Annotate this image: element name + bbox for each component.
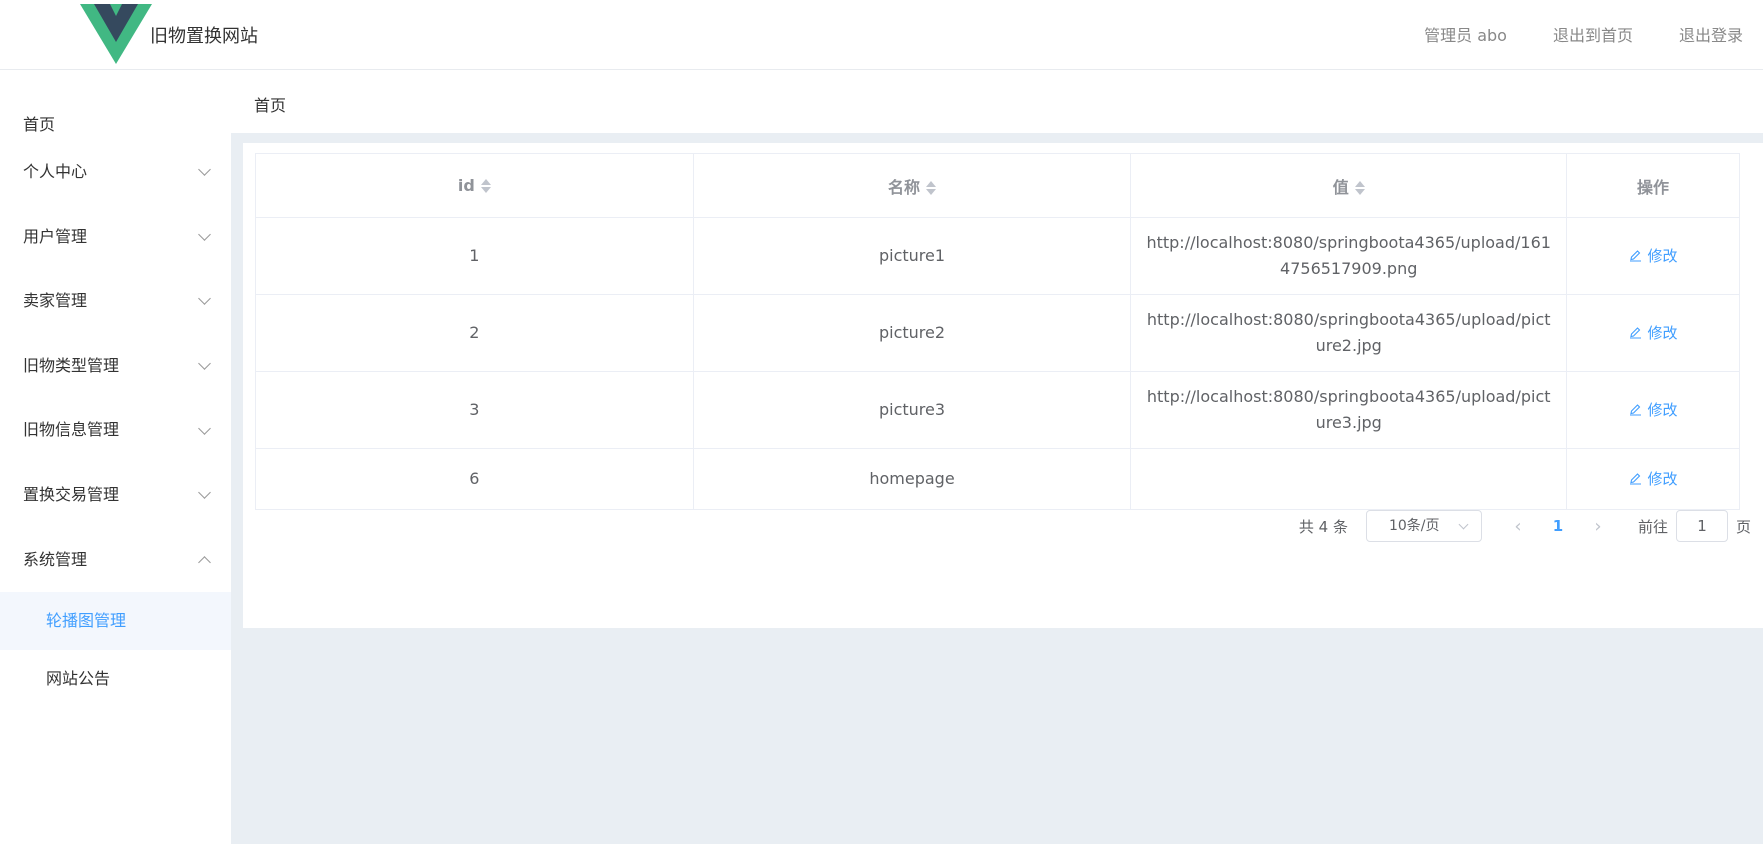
admin-user-label: 管理员 abo bbox=[1424, 26, 1507, 45]
cell-operation: 修改 bbox=[1566, 294, 1740, 372]
sidebar-item-label: 首页 bbox=[23, 115, 56, 134]
cell-value: http://localhost:8080/springboota4365/up… bbox=[1130, 217, 1568, 295]
table-card: id 名称 值 操作 1 picture1 http://localhost:8… bbox=[243, 143, 1763, 628]
column-header-label: 名称 bbox=[888, 177, 921, 197]
cell-value: http://localhost:8080/springboota4365/up… bbox=[1130, 371, 1568, 449]
table-row: 3 picture3 http://localhost:8080/springb… bbox=[255, 371, 1740, 449]
chevron-up-icon bbox=[198, 555, 211, 569]
sidebar-item-label: 用户管理 bbox=[23, 226, 88, 246]
cell-id: 3 bbox=[255, 371, 694, 449]
table-row: 6 homepage 修改 bbox=[255, 448, 1740, 510]
cell-id: 1 bbox=[255, 217, 694, 295]
edit-button[interactable]: 修改 bbox=[1629, 247, 1678, 265]
cell-operation: 修改 bbox=[1566, 217, 1740, 295]
chevron-down-icon bbox=[198, 228, 211, 241]
sidebar-item-user-management[interactable]: 用户管理 bbox=[0, 205, 231, 270]
pencil-icon bbox=[1629, 473, 1641, 485]
sort-icon[interactable] bbox=[480, 177, 491, 195]
breadcrumb-bar: 首页 bbox=[231, 70, 1763, 133]
column-header-value[interactable]: 值 bbox=[1130, 153, 1568, 218]
goto-label: 前往 bbox=[1637, 517, 1668, 536]
column-header-label: id bbox=[457, 175, 475, 195]
cell-value bbox=[1130, 448, 1568, 510]
pencil-icon bbox=[1629, 327, 1641, 339]
sidebar-item-personal-center[interactable]: 个人中心 bbox=[0, 140, 231, 205]
sidebar-subitem-label: 网站公告 bbox=[46, 669, 111, 689]
table-row: 1 picture1 http://localhost:8080/springb… bbox=[255, 217, 1740, 295]
column-header-operation: 操作 bbox=[1566, 153, 1740, 218]
chevron-down-icon bbox=[198, 421, 211, 435]
cell-name: picture1 bbox=[692, 217, 1132, 295]
goto-unit-label: 页 bbox=[1735, 517, 1751, 536]
back-to-home-link[interactable]: 退出到首页 bbox=[1553, 22, 1633, 46]
next-page-button[interactable]: › bbox=[1582, 510, 1614, 542]
chevron-right-icon: › bbox=[1594, 515, 1602, 537]
chevron-down-icon bbox=[198, 357, 211, 370]
sidebar-item-item-type-management[interactable]: 旧物类型管理 bbox=[0, 334, 231, 399]
edit-button-label: 修改 bbox=[1647, 247, 1678, 265]
sidebar-menu: 首页 个人中心 用户管理 卖家管理 旧物类型管理 旧物信息管理 置换交易管理 系… bbox=[0, 70, 231, 844]
edit-button[interactable]: 修改 bbox=[1629, 401, 1678, 419]
sidebar-subitem-carousel-management[interactable]: 轮播图管理 bbox=[0, 592, 231, 651]
chevron-down-icon bbox=[198, 163, 211, 177]
sort-icon[interactable] bbox=[1354, 179, 1365, 197]
column-header-label: 操作 bbox=[1637, 177, 1670, 197]
page-number-current[interactable]: 1 bbox=[1534, 517, 1582, 535]
cell-id: 2 bbox=[255, 294, 694, 372]
edit-button-label: 修改 bbox=[1647, 324, 1678, 342]
sidebar-item-label: 旧物信息管理 bbox=[23, 420, 120, 440]
cell-name: picture3 bbox=[692, 371, 1132, 449]
column-header-label: 值 bbox=[1332, 177, 1349, 197]
cell-operation: 修改 bbox=[1566, 371, 1740, 449]
pencil-icon bbox=[1629, 404, 1641, 416]
goto-page-input[interactable] bbox=[1675, 510, 1728, 542]
edit-button-label: 修改 bbox=[1647, 401, 1678, 419]
chevron-left-icon: ‹ bbox=[1514, 515, 1522, 537]
edit-button-label: 修改 bbox=[1647, 470, 1678, 488]
sidebar-item-home[interactable]: 首页 bbox=[0, 70, 231, 140]
sidebar-item-exchange-management[interactable]: 置换交易管理 bbox=[0, 463, 231, 528]
pencil-icon bbox=[1629, 250, 1641, 262]
table-row: 2 picture2 http://localhost:8080/springb… bbox=[255, 294, 1740, 372]
cell-name: picture2 bbox=[692, 294, 1132, 372]
sidebar-item-label: 系统管理 bbox=[23, 549, 88, 569]
sidebar-item-label: 个人中心 bbox=[23, 162, 88, 181]
sidebar-subitem-site-announcement[interactable]: 网站公告 bbox=[0, 650, 231, 708]
header-links: 管理员 abo 退出到首页 退出登录 bbox=[1378, 22, 1743, 46]
chevron-down-icon bbox=[1458, 519, 1469, 530]
vue-logo-icon bbox=[80, 4, 152, 64]
main-content: 首页 id 名称 值 操作 1 picture1 http://localhos… bbox=[231, 70, 1763, 844]
cell-id: 6 bbox=[255, 448, 694, 510]
pagination-total: 共 4 条 bbox=[1298, 517, 1348, 536]
sidebar-subitem-label: 轮播图管理 bbox=[46, 611, 127, 631]
edit-button[interactable]: 修改 bbox=[1629, 324, 1678, 342]
logout-link[interactable]: 退出登录 bbox=[1679, 22, 1743, 46]
carousel-table: id 名称 值 操作 1 picture1 http://localhost:8… bbox=[255, 153, 1740, 510]
sidebar-item-label: 卖家管理 bbox=[23, 291, 88, 311]
site-title: 旧物置换网站 bbox=[150, 26, 258, 47]
prev-page-button[interactable]: ‹ bbox=[1502, 510, 1534, 542]
page-size-select[interactable]: 10条/页 bbox=[1365, 510, 1482, 542]
cell-value: http://localhost:8080/springboota4365/up… bbox=[1130, 294, 1568, 372]
pagination: 共 4 条 10条/页 ‹ 1 › 前往 页 bbox=[1299, 509, 1751, 543]
sidebar-item-item-info-management[interactable]: 旧物信息管理 bbox=[0, 398, 231, 463]
sidebar-item-label: 旧物类型管理 bbox=[23, 355, 120, 375]
cell-name: homepage bbox=[692, 448, 1132, 510]
edit-button[interactable]: 修改 bbox=[1629, 470, 1678, 488]
sidebar-item-seller-management[interactable]: 卖家管理 bbox=[0, 269, 231, 334]
breadcrumb[interactable]: 首页 bbox=[254, 92, 286, 116]
table-header-row: id 名称 值 操作 bbox=[255, 153, 1740, 218]
top-header: 旧物置换网站 管理员 abo 退出到首页 退出登录 bbox=[0, 0, 1763, 70]
column-header-name[interactable]: 名称 bbox=[692, 153, 1132, 218]
sort-icon[interactable] bbox=[926, 179, 937, 197]
column-header-id[interactable]: id bbox=[255, 153, 694, 218]
chevron-down-icon bbox=[198, 292, 211, 306]
sidebar-item-label: 置换交易管理 bbox=[23, 484, 120, 504]
sidebar-item-system-management[interactable]: 系统管理 bbox=[0, 528, 231, 593]
cell-operation: 修改 bbox=[1566, 448, 1740, 510]
chevron-down-icon bbox=[198, 486, 211, 500]
page-size-value: 10条/页 bbox=[1388, 518, 1440, 534]
